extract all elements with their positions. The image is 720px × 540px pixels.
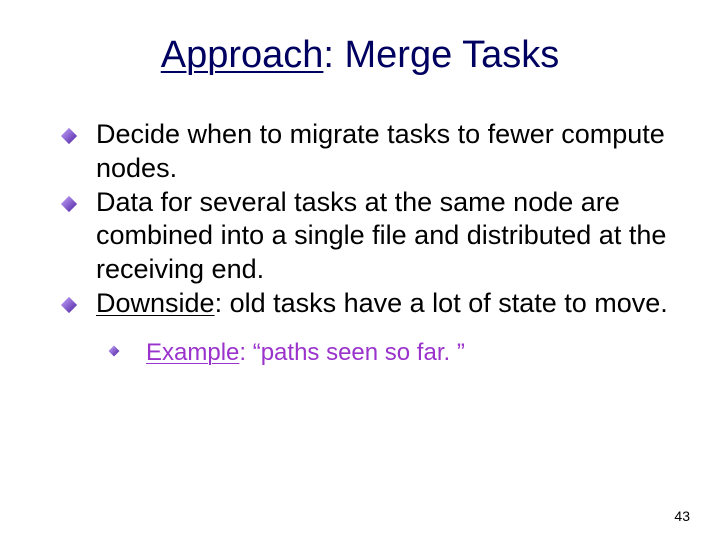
sub-underlined: Example — [146, 339, 239, 366]
bullet-rest: : old tasks have a lot of state to move. — [215, 288, 668, 318]
content-area: Decide when to migrate tasks to fewer co… — [60, 118, 670, 368]
title-rest: : Merge Tasks — [323, 34, 559, 76]
sub-rest: : “paths seen so far. ” — [239, 339, 464, 366]
small-diamond-bullet-icon — [108, 345, 120, 357]
bullet-text: Downside: old tasks have a lot of state … — [96, 287, 668, 321]
sub-bullet-text: Example: “paths seen so far. ” — [146, 337, 465, 368]
diamond-bullet-icon — [60, 195, 78, 213]
diamond-bullet-icon — [60, 127, 78, 145]
bullet-row: Data for several tasks at the same node … — [60, 186, 670, 287]
slide: Approach: Merge Tasks Decide when to mig… — [0, 0, 720, 540]
bullet-text: Decide when to migrate tasks to fewer co… — [96, 118, 670, 186]
title-underlined: Approach — [161, 34, 324, 76]
bullet-row: Decide when to migrate tasks to fewer co… — [60, 118, 670, 186]
sub-bullet-row: Example: “paths seen so far. ” — [108, 337, 670, 368]
slide-title: Approach: Merge Tasks — [0, 34, 720, 77]
bullet-row: Downside: old tasks have a lot of state … — [60, 287, 670, 321]
diamond-bullet-icon — [60, 296, 78, 314]
bullet-text: Data for several tasks at the same node … — [96, 186, 670, 287]
bullet-underlined: Downside — [96, 288, 215, 318]
slide-number: 43 — [674, 508, 690, 524]
